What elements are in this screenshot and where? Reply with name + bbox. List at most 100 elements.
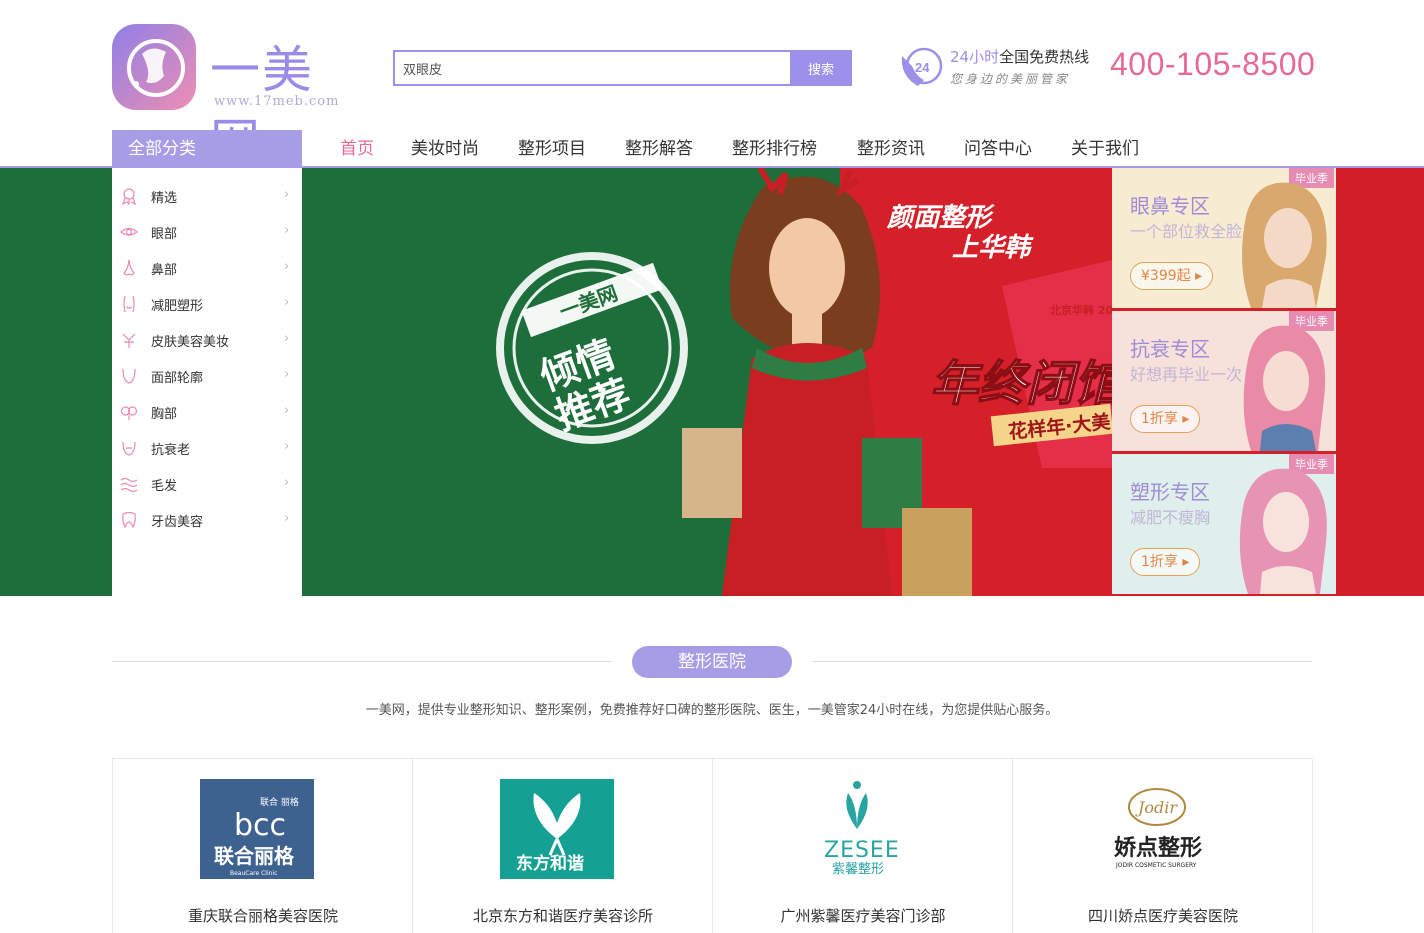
category-item-teeth[interactable]: 牙齿美容 › [112,502,302,538]
category-item-hair[interactable]: 毛发 › [112,466,302,502]
chevron-right-icon: › [284,259,290,274]
chevron-right-icon: › [284,295,290,310]
nav-item-about[interactable]: 关于我们 [1071,134,1139,159]
hospital-name[interactable]: 广州紫馨医疗美容门诊部 [713,905,1013,926]
logo-url: www.17meb.com [214,94,340,109]
banner-corner-tag: 北京华韩 2018 [1050,303,1112,317]
chevron-right-icon: › [284,475,290,490]
promo-subtitle: 减肥不瘦胸 [1130,508,1211,527]
chevron-right-icon: › [284,403,290,418]
nav-item-ranking[interactable]: 整形排行榜 [732,134,817,159]
category-item-eye[interactable]: 眼部 › [112,214,302,250]
promo-price-button[interactable]: ¥399起 ▸ [1130,262,1214,290]
category-item-selected[interactable]: 精选 › [112,178,302,214]
promo-body-shaping[interactable]: 毕业季 塑形专区 减肥不瘦胸 1折享 ▸ [1112,454,1336,594]
nose-icon [123,259,135,276]
beaucare-logo-sub: BeauCare Clinic [230,870,277,877]
nav-item-qa[interactable]: 问答中心 [964,134,1032,159]
chevron-right-icon: › [284,367,290,382]
nav-item-projects[interactable]: 整形项目 [518,134,586,159]
banner-headline-small: 颜面整形 [886,203,995,233]
face-contour-icon [122,368,136,384]
recommend-stamp: 一美网 倾情 推荐 [496,252,688,444]
hospital-logo-jodir: Jodir 娇点整形 JODIR COSMETIC SURGERY [1100,779,1214,879]
nav-item-makeup[interactable]: 美妆时尚 [411,134,479,159]
banner-headline-brand: 上华韩 [952,233,1034,263]
category-label: 面部轮廓 [151,371,204,386]
promo-anti-aging[interactable]: 毕业季 抗衰专区 好想再毕业一次 1折享 ▸ [1112,311,1336,451]
main-nav: 全部分类 首页 美妆时尚 整形项目 整形解答 整形排行榜 整形资讯 问答中心 关… [0,128,1424,168]
hospital-name[interactable]: 北京东方和谐医疗美容诊所 [413,905,713,926]
category-label: 眼部 [151,227,178,242]
chevron-right-icon: › [284,331,290,346]
nav-item-news[interactable]: 整形资讯 [857,134,925,159]
jodir-logo-mark: Jodir [1135,798,1178,817]
category-label: 毛发 [151,479,178,494]
banner-headline-big: 年终闭馆 [930,356,1112,412]
promo-price-button[interactable]: 1折享 ▸ [1130,405,1201,433]
tooth-icon [122,511,136,529]
promo-column: 毕业季 眼鼻专区 一个部位救全脸 ¥399起 ▸ 毕业季 抗衰专区 好想再毕业一… [1112,168,1336,596]
category-label: 减肥塑形 [151,299,204,314]
hotline-number[interactable]: 400-105-8500 [1110,46,1315,83]
category-item-body[interactable]: 减肥塑形 › [112,286,302,322]
hospital-logo-beaucare: bcc 联合 丽格 联合丽格 BeauCare Clinic [200,779,314,879]
chevron-right-icon: › [284,439,290,454]
category-label: 抗衰老 [151,443,191,458]
promo-model-photo [1243,325,1326,451]
category-label: 皮肤美容美妆 [151,335,230,350]
hotline-slogan: 您身边的美丽管家 [950,72,1071,86]
beaucare-logo-text: 联合丽格 [214,844,295,868]
search-input[interactable] [393,50,790,86]
banner-red-edge [1336,168,1424,596]
promo-price-button[interactable]: 1折享 ▸ [1130,548,1201,576]
hospital-logo-dongfang: 东方和谐 [500,779,614,879]
section-title-hospitals: 整形医院 [632,646,792,678]
category-label: 胸部 [151,407,178,422]
section-divider-left [112,661,612,662]
anti-aging-icon [122,441,136,456]
category-item-chest[interactable]: 胸部 › [112,394,302,430]
section-divider-right [812,661,1312,662]
hospital-logo-zesee: ZESEE 紫馨整形 [800,779,914,879]
promo-title: 眼鼻专区 [1130,194,1210,218]
category-item-anti-aging[interactable]: 抗衰老 › [112,430,302,466]
category-label: 精选 [151,191,178,206]
chest-icon [120,406,138,420]
hospital-card[interactable]: 东方和谐 北京东方和谐医疗美容诊所 [413,759,713,933]
hotline-free-label: 全国免费热线 [999,48,1090,66]
site-logo[interactable]: 一美网 www.17meb.com [112,24,352,171]
jodir-logo-sub: JODIR COSMETIC SURGERY [1115,862,1197,869]
hospital-card[interactable]: Jodir 娇点整形 JODIR COSMETIC SURGERY 四川娇点医疗… [1013,759,1313,933]
hospital-card[interactable]: bcc 联合 丽格 联合丽格 BeauCare Clinic 重庆联合丽格美容医… [113,759,413,933]
zesee-logo-text: ZESEE [824,838,900,863]
dongfang-logo-text: 东方和谐 [516,853,584,874]
skin-icon [122,333,136,348]
hair-icon [120,477,138,493]
ribbon-icon [122,188,136,205]
category-item-nose[interactable]: 鼻部 › [112,250,302,286]
all-categories-button[interactable]: 全部分类 [112,130,302,168]
hotline-24-text: 24 [915,60,930,75]
category-item-skin[interactable]: 皮肤美容美妆 › [112,322,302,358]
nav-item-home[interactable]: 首页 [340,134,374,159]
promo-model-photo [1239,468,1327,594]
category-label: 鼻部 [151,263,178,278]
promo-eye-nose[interactable]: 毕业季 眼鼻专区 一个部位救全脸 ¥399起 ▸ [1112,168,1336,308]
hospital-name[interactable]: 四川娇点医疗美容医院 [1013,905,1313,926]
search-button[interactable]: 搜索 [790,50,852,86]
nav-item-answers[interactable]: 整形解答 [625,134,693,159]
promo-model-photo [1242,182,1327,308]
category-menu: 精选 › 眼部 › 鼻部 › 减肥塑形 › 皮肤美容美妆 › 面部轮廓 › 胸部… [112,168,302,596]
hotline: 24 24小时全国免费热线 您身边的美丽管家 400-105-8500 [898,42,1318,92]
hospital-name[interactable]: 重庆联合丽格美容医院 [113,905,413,926]
chevron-right-icon: › [284,223,290,238]
chevron-right-icon: › [284,187,290,202]
category-item-face-contour[interactable]: 面部轮廓 › [112,358,302,394]
hotline-title: 24小时全国免费热线 [950,46,1089,67]
eye-icon [120,227,138,236]
section-description: 一美网，提供专业整形知识、整形案例，免费推荐好口碑的整形医院、医生，一美管家24… [365,703,1059,718]
hospital-card[interactable]: ZESEE 紫馨整形 广州紫馨医疗美容门诊部 [713,759,1013,933]
promo-title: 抗衰专区 [1130,337,1210,361]
zesee-logo-sub: 紫馨整形 [832,861,884,877]
